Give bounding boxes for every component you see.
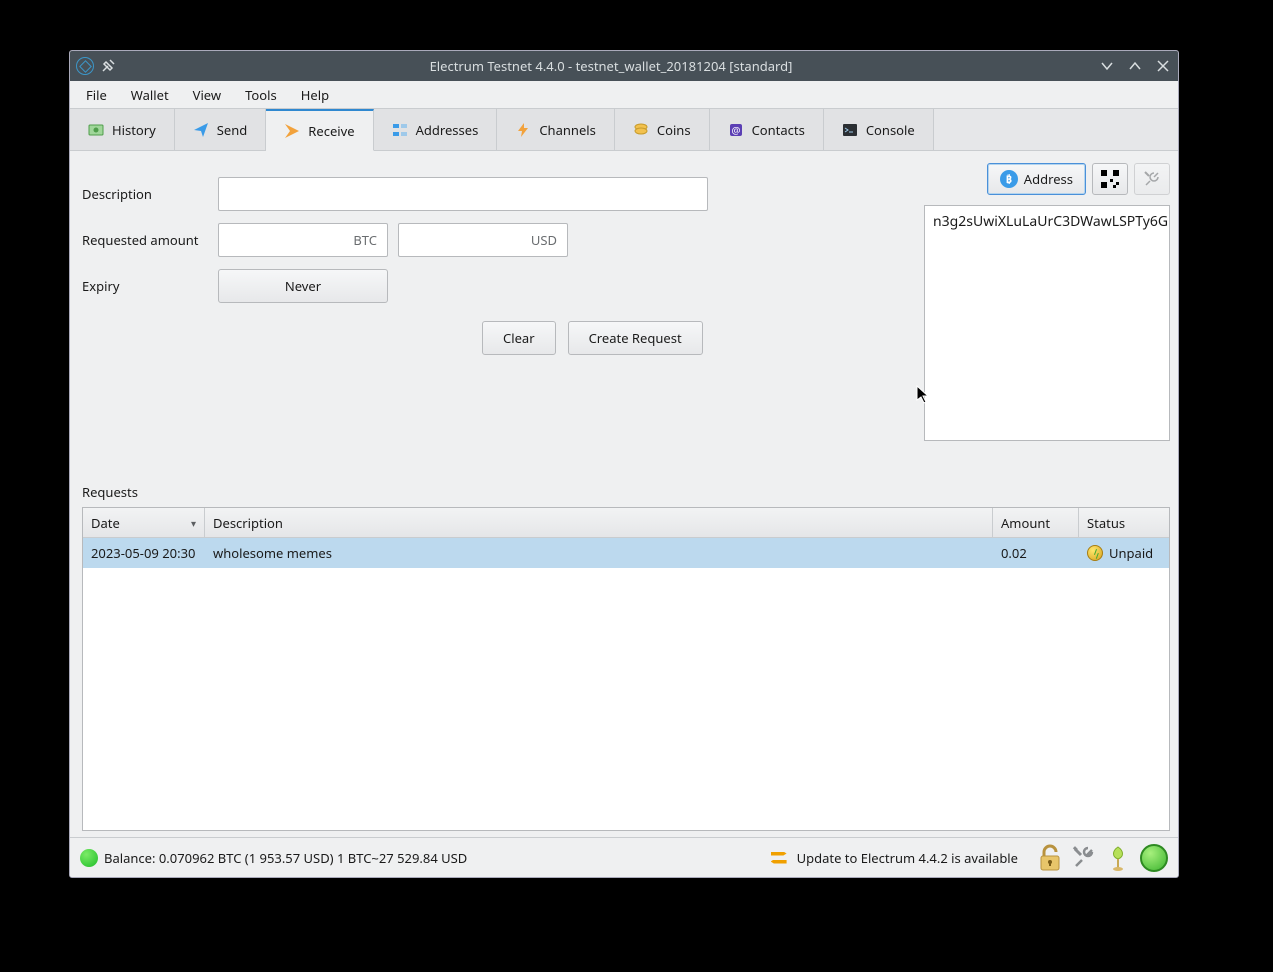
cell-description: wholesome memes [205,544,993,562]
address-button[interactable]: ₿ Address [987,163,1086,195]
col-date[interactable]: Date ▾ [83,508,205,537]
tab-contacts[interactable]: @ Contacts [710,109,824,150]
expiry-select[interactable]: Never [218,269,388,303]
expiry-value: Never [285,277,321,295]
console-icon [842,122,858,138]
clock-icon [1087,545,1103,561]
status-bar: Balance: 0.070962 BTC (1 953.57 USD) 1 B… [70,837,1178,877]
lock-icon[interactable] [1038,844,1062,872]
description-input[interactable] [218,177,708,211]
network-status-icon[interactable] [1140,844,1168,872]
requests-label: Requests [82,483,1170,501]
maximize-button[interactable] [1126,57,1144,75]
col-status[interactable]: Status [1079,508,1169,537]
update-text[interactable]: Update to Electrum 4.4.2 is available [797,849,1018,867]
app-icon [76,57,94,75]
seed-icon[interactable] [1106,845,1130,871]
table-row[interactable]: 2023-05-09 20:30 wholesome memes 0.02 Un… [83,538,1169,568]
clear-button[interactable]: Clear [482,321,556,355]
uri-button[interactable] [1134,163,1170,195]
tab-label: History [112,121,156,139]
channels-icon [515,122,531,138]
cell-date: 2023-05-09 20:30 [83,544,205,562]
tools-small-icon [1143,170,1161,188]
addresses-icon [392,122,408,138]
tab-receive[interactable]: Receive [266,109,373,151]
tab-label: Channels [539,121,596,139]
col-amount[interactable]: Amount [993,508,1079,537]
tab-channels[interactable]: Channels [497,109,615,150]
tab-label: Coins [657,121,691,139]
address-panel: ₿ Address n3g2sUwiXLuLaUrC3DWawLSPTy6Gps [924,163,1170,471]
receive-form: Description Requested amount BTC USD Exp… [82,163,914,471]
menu-wallet[interactable]: Wallet [119,82,181,108]
close-button[interactable] [1154,57,1172,75]
window-controls [1098,57,1172,75]
cell-amount: 0.02 [993,544,1079,562]
menu-file[interactable]: File [74,82,119,108]
table-header: Date ▾ Description Amount Status [83,508,1169,538]
contacts-icon: @ [728,122,744,138]
menubar: File Wallet View Tools Help [70,81,1178,109]
titlebar: Electrum Testnet 4.4.0 - testnet_wallet_… [70,51,1178,81]
menu-tools[interactable]: Tools [233,82,289,108]
qr-button[interactable] [1092,163,1128,195]
col-description[interactable]: Description [205,508,993,537]
menu-help[interactable]: Help [289,82,341,108]
requests-section: Requests Date ▾ Description Amount Statu… [70,483,1178,837]
qr-icon [1101,170,1119,188]
send-icon [193,122,209,138]
svg-text:@: @ [731,123,740,137]
address-button-label: Address [1024,170,1073,188]
table-body: 2023-05-09 20:30 wholesome memes 0.02 Un… [83,538,1169,830]
bitcoin-icon: ₿ [1000,170,1018,188]
tab-history[interactable]: History [70,109,175,150]
tab-label: Receive [308,122,354,140]
chevron-down-icon: ▾ [191,516,196,530]
address-display[interactable]: n3g2sUwiXLuLaUrC3DWawLSPTy6Gps [924,205,1170,441]
btc-unit: BTC [353,231,377,249]
usd-unit: USD [531,231,557,249]
coins-icon [633,122,649,138]
create-request-button[interactable]: Create Request [568,321,703,355]
description-label: Description [82,185,208,203]
tab-send[interactable]: Send [175,109,267,150]
tab-addresses[interactable]: Addresses [374,109,498,150]
cell-status: Unpaid [1079,544,1169,562]
connection-status-icon [80,849,98,867]
minimize-button[interactable] [1098,57,1116,75]
requested-amount-label: Requested amount [82,231,208,249]
app-window: Electrum Testnet 4.4.0 - testnet_wallet_… [69,50,1179,878]
balance-text: Balance: 0.070962 BTC (1 953.57 USD) 1 B… [104,849,765,867]
amount-btc-input[interactable]: BTC [218,223,388,257]
preferences-icon[interactable] [1072,846,1096,870]
tab-bar: History Send Receive Addresses Channels … [70,109,1178,151]
tab-label: Addresses [416,121,479,139]
tab-label: Send [217,121,248,139]
tab-console[interactable]: Console [824,109,934,150]
receive-icon [284,123,300,139]
tab-label: Contacts [752,121,805,139]
tab-label: Console [866,121,915,139]
pin-icon[interactable] [100,58,116,74]
menu-view[interactable]: View [181,82,233,108]
expiry-label: Expiry [82,277,208,295]
receive-pane: Description Requested amount BTC USD Exp… [70,151,1178,471]
update-icon [771,852,787,864]
requests-table: Date ▾ Description Amount Status 2023-05… [82,507,1170,831]
history-icon [88,122,104,138]
tab-coins[interactable]: Coins [615,109,710,150]
amount-usd-input[interactable]: USD [398,223,568,257]
window-title: Electrum Testnet 4.4.0 - testnet_wallet_… [124,57,1098,75]
